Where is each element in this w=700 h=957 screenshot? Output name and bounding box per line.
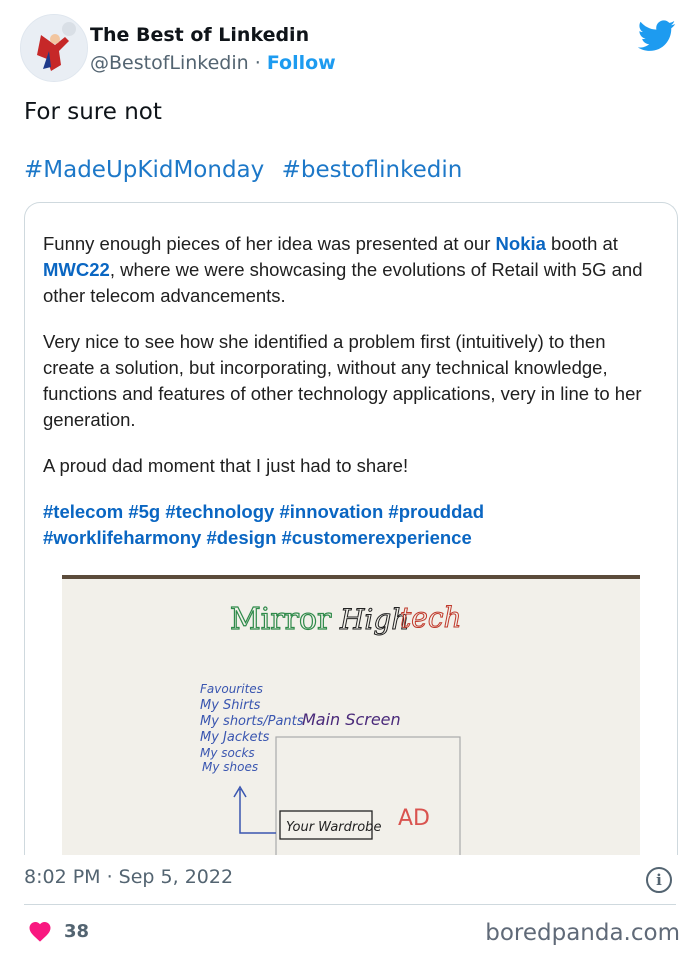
tweet-header: The Best of Linkedin @BestofLinkedin · F… — [20, 14, 680, 82]
text-span: Funny enough pieces of her idea was pres… — [43, 233, 496, 254]
post-hashtags-line-1: #telecom #5g #technology #innovation #pr… — [43, 501, 484, 522]
mwc-mention: MWC22 — [43, 259, 110, 280]
drawing-screen-box — [275, 736, 461, 855]
post-paragraph-2: Very nice to see how she identified a pr… — [43, 331, 642, 430]
avatar[interactable] — [20, 14, 88, 82]
drawing-list-item: My socks — [200, 746, 255, 760]
linkedin-post-text: Funny enough pieces of her idea was pres… — [43, 231, 659, 551]
drawing-list-item: My shorts/Pants — [200, 714, 304, 729]
drawing-wardrobe: Your Wardrobe — [286, 820, 381, 835]
drawing-title-high: High — [339, 603, 409, 636]
drawing-title-tech: tech — [400, 601, 462, 634]
like-action[interactable]: 38 — [28, 918, 89, 944]
drawing-ad: AD — [398, 806, 430, 831]
tweet-text: For sure not — [24, 99, 162, 125]
follow-button[interactable]: Follow — [267, 52, 336, 74]
embedded-image-card[interactable]: Funny enough pieces of her idea was pres… — [24, 202, 678, 855]
info-icon[interactable]: i — [646, 867, 672, 893]
hashtag-link[interactable]: #bestoflinkedin — [282, 157, 463, 183]
drawing-list-item: My shoes — [202, 760, 258, 774]
like-count: 38 — [64, 920, 90, 942]
nokia-mention: Nokia — [495, 233, 546, 254]
drawing-list-item: My Shirts — [200, 698, 261, 713]
text-span: booth at — [545, 233, 618, 254]
author-name[interactable]: The Best of Linkedin — [90, 24, 309, 46]
drawing-arrow — [233, 785, 276, 834]
twitter-bird-icon[interactable] — [638, 20, 676, 52]
heart-icon[interactable] — [28, 920, 52, 942]
post-hashtags-line-2: #worklifeharmony #design #customerexperi… — [43, 527, 472, 548]
separator: · — [254, 52, 261, 74]
text-span: , where we were showcasing the evolution… — [43, 259, 643, 306]
author-handle[interactable]: @BestofLinkedin — [90, 52, 249, 74]
tweet-hashtags: #MadeUpKidMonday #bestoflinkedin — [24, 154, 472, 186]
watermark: boredpanda.com — [485, 920, 680, 946]
post-paragraph-3: A proud dad moment that I just had to sh… — [43, 455, 409, 476]
tweet-timestamp[interactable]: 8:02 PM · Sep 5, 2022 — [24, 866, 233, 888]
author-handle-line: @BestofLinkedin · Follow — [90, 52, 336, 74]
drawing-title-mirror: Mirror — [230, 602, 332, 637]
drawing-list-item: Favourites — [200, 682, 263, 696]
drawing-list-item: My Jackets — [200, 730, 270, 745]
drawing-main-screen: Main Screen — [302, 710, 401, 729]
divider — [24, 904, 676, 905]
hashtag-link[interactable]: #MadeUpKidMonday — [24, 157, 264, 183]
post-paragraph-1: Funny enough pieces of her idea was pres… — [43, 231, 659, 309]
kid-drawing: Mirror High tech Favourites My Shirts My… — [62, 575, 640, 855]
